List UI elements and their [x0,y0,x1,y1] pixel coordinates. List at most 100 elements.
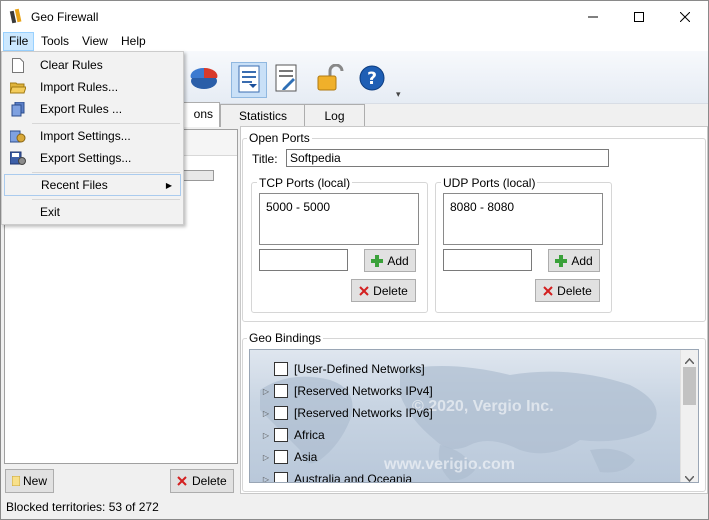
geo-item-label: Africa [294,428,325,442]
menu-bar: File Tools View Help [1,32,708,51]
geo-checkbox[interactable] [274,472,288,482]
tree-expander-icon[interactable]: ▷ [260,431,272,440]
menu-item-label: Import Settings... [40,129,131,143]
udp-add-button[interactable]: Add [548,249,600,272]
new-rule-button[interactable]: New [5,469,55,493]
maximize-icon [634,11,644,22]
scroll-up-icon[interactable] [684,353,695,367]
menu-item-label: Export Rules ... [40,102,123,116]
delete-rule-button[interactable]: Delete [170,469,234,493]
toolbar-edit-button[interactable] [269,62,303,96]
window-title: Geo Firewall [31,10,99,24]
open-ports-title: Open Ports [247,131,312,145]
tree-expander-icon[interactable]: ▷ [260,453,272,462]
tcp-add-button[interactable]: Add [364,249,416,272]
maximize-button[interactable] [616,1,662,32]
list-item[interactable]: 8080 - 8080 [450,200,596,214]
status-text: Blocked territories: 53 of 272 [6,500,159,514]
menu-item-import-rules[interactable]: Import Rules... [4,76,181,98]
menu-item-recent-files[interactable]: Recent Files ▶ [4,174,181,196]
geo-checkbox[interactable] [274,384,288,398]
new-rule-label: New [23,474,48,488]
tcp-delete-button[interactable]: Delete [351,279,416,302]
udp-ports-title: UDP Ports (local) [441,176,538,190]
unlock-icon [316,63,344,95]
tcp-port-input[interactable] [259,249,348,271]
geo-item-africa[interactable]: ▷ Africa [260,425,325,445]
udp-port-input[interactable] [443,249,532,271]
toolbar-help-button[interactable]: ? [355,62,389,96]
new-document-icon [10,57,26,73]
geo-item-australia[interactable]: ▷ Australia and Oceania [260,469,412,483]
title-input[interactable] [286,149,609,167]
pie-chart-icon [189,65,219,94]
geo-bindings-tree[interactable]: © 2020, Vergio Inc. www.verigio.com [Use… [249,349,699,483]
geo-item-reserved-ipv4[interactable]: ▷ [Reserved Networks IPv4] [260,381,433,401]
edit-document-icon [275,64,297,95]
geo-scrollbar[interactable] [680,350,698,482]
menu-item-label: Import Rules... [40,80,119,94]
menu-item-export-rules[interactable]: Export Rules ... [4,98,181,120]
menu-view[interactable]: View [77,33,113,50]
delete-x-icon [359,285,369,296]
file-menu-dropdown: Clear Rules Import Rules... Export Rules… [1,51,184,225]
tree-expander-icon[interactable]: ▷ [260,475,272,483]
toolbar-rules-button[interactable] [231,62,267,98]
geo-checkbox[interactable] [274,450,288,464]
add-plus-icon [555,254,568,267]
tab-log[interactable]: Log [304,104,365,127]
toolbar-lock-button[interactable] [313,62,347,96]
tree-expander-icon[interactable]: ▷ [260,387,272,396]
menu-item-exit[interactable]: Exit [4,201,181,223]
udp-delete-button[interactable]: Delete [535,279,600,302]
new-icon [12,476,20,486]
geo-bindings-title: Geo Bindings [247,331,324,345]
delete-rule-label: Delete [192,474,227,488]
app-window: Geo Firewall File Tools View Help ? ▾ on… [0,0,709,520]
menu-item-label: Exit [40,205,61,219]
geo-checkbox[interactable] [274,428,288,442]
minimize-icon [588,12,598,22]
geo-item-asia[interactable]: ▷ Asia [260,447,317,467]
menu-file[interactable]: File [3,32,35,51]
submenu-arrow-icon: ▶ [165,180,172,190]
udp-delete-label: Delete [557,283,592,298]
menu-item-import-settings[interactable]: Import Settings... [4,125,181,147]
minimize-button[interactable] [570,1,616,32]
menu-item-clear-rules[interactable]: Clear Rules [4,54,181,76]
menu-separator [32,199,180,200]
geo-scroll-thumb[interactable] [683,367,696,405]
toolbar-chart-button[interactable] [187,62,221,96]
close-button[interactable] [662,1,708,32]
title-label: Title: [252,152,278,166]
delete-x-icon [543,285,553,296]
geo-checkbox[interactable] [274,362,288,376]
tcp-add-label: Add [387,253,409,268]
close-icon [680,11,690,22]
folder-open-icon [10,79,26,95]
tcp-delete-label: Delete [373,283,408,298]
toolbar-overflow-icon[interactable]: ▾ [396,89,401,100]
export-icon [10,101,26,117]
scroll-down-icon[interactable] [684,471,695,482]
tab-statistics[interactable]: Statistics [220,104,306,127]
delete-x-icon [177,476,187,486]
help-icon: ? [359,65,385,94]
geo-item-reserved-ipv6[interactable]: ▷ [Reserved Networks IPv6] [260,403,433,423]
menu-help[interactable]: Help [116,33,151,50]
geo-checkbox[interactable] [274,406,288,420]
udp-ports-list[interactable]: 8080 - 8080 [443,193,603,245]
tree-expander-icon[interactable]: ▷ [260,409,272,418]
geo-item-user-defined[interactable]: [User-Defined Networks] [260,359,425,379]
menu-item-label: Export Settings... [40,151,132,165]
menu-item-export-settings[interactable]: Export Settings... [4,147,181,169]
import-settings-icon [10,128,26,144]
menu-tools[interactable]: Tools [36,33,74,50]
save-settings-icon [10,150,26,166]
menu-separator [32,123,180,124]
rules-document-icon [238,65,260,96]
tcp-ports-list[interactable]: 5000 - 5000 [259,193,419,245]
svg-text:?: ? [367,69,377,89]
list-item[interactable]: 5000 - 5000 [266,200,412,214]
menu-separator [32,172,180,173]
